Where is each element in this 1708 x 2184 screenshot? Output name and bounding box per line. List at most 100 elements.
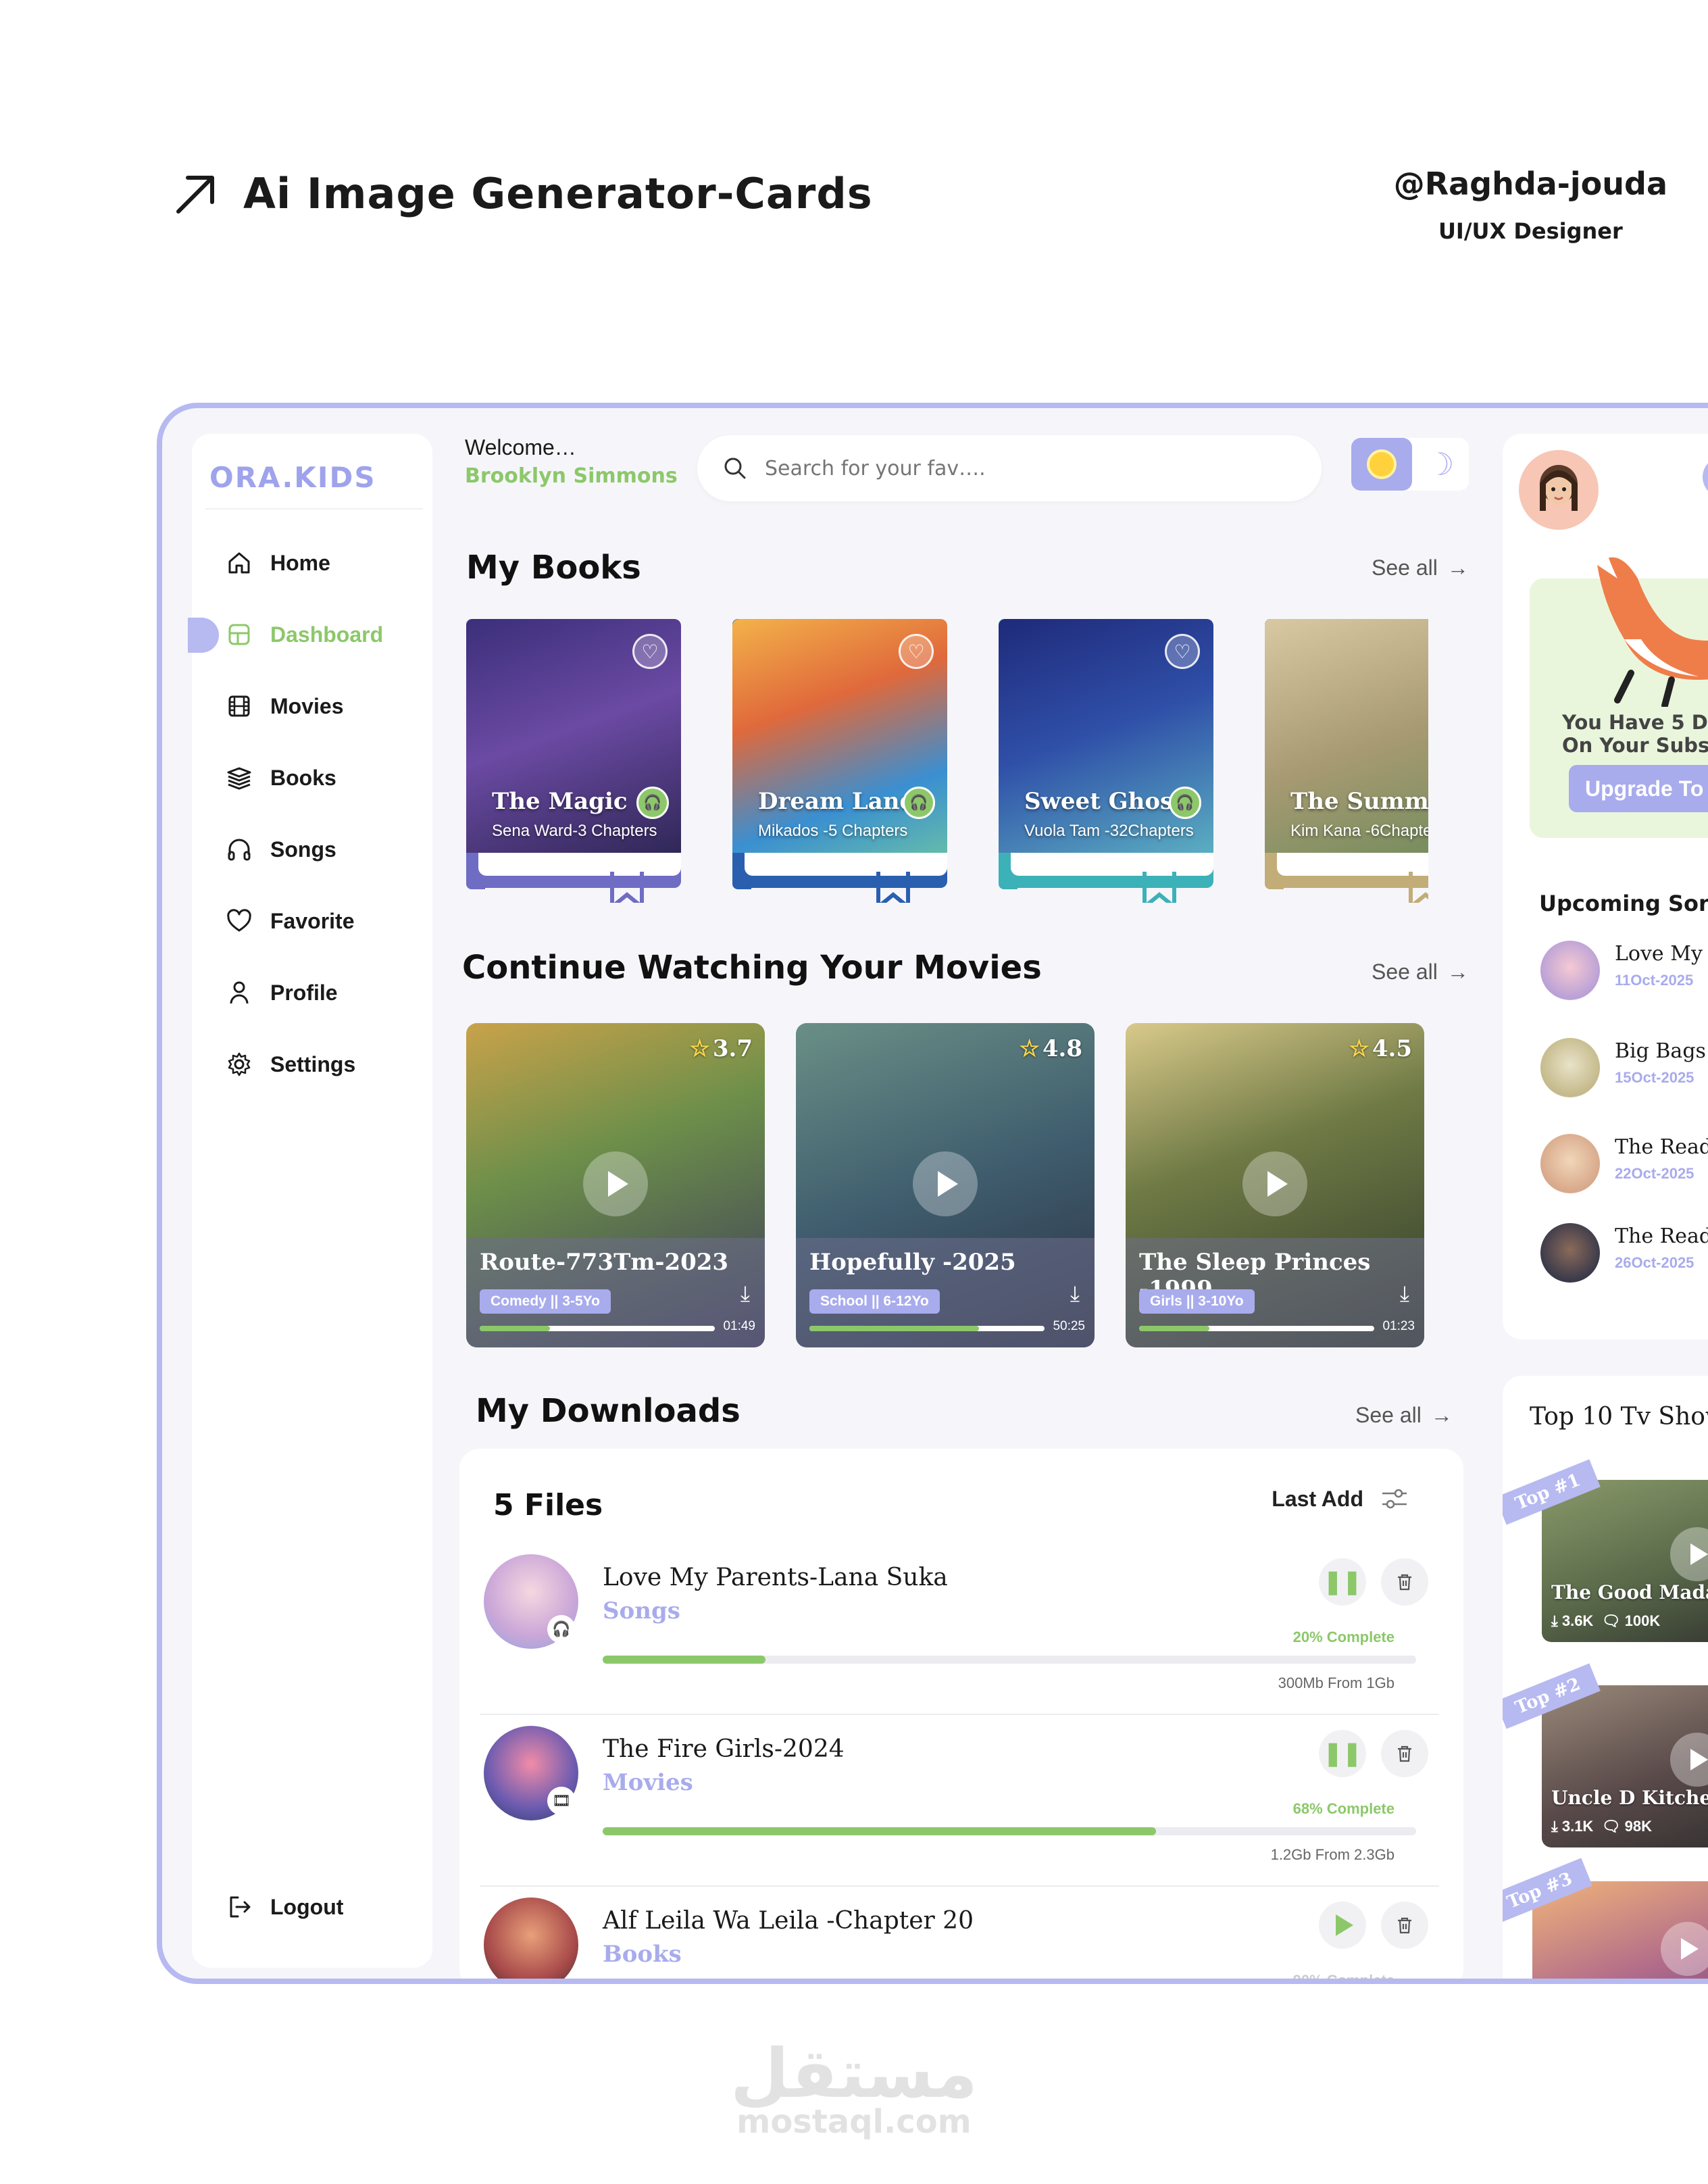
sidebar-item-label: Home xyxy=(270,550,330,575)
sidebar-item-books[interactable]: Books xyxy=(192,742,432,814)
favorite-heart-icon[interactable]: ♡ xyxy=(1165,634,1200,669)
song-thumbnail xyxy=(1540,941,1600,1000)
play-button[interactable] xyxy=(1319,1902,1366,1949)
play-button[interactable] xyxy=(1661,1922,1708,1976)
notification-bell-icon[interactable] xyxy=(1703,457,1708,497)
tv-show-card[interactable]: Uncle D Kitchen ⤓ 3.1K 🗨 98K xyxy=(1542,1685,1708,1847)
books-row: ♡ The Magic Sena Ward-3 Chapters 🎧 ♡ Dre… xyxy=(466,619,1428,903)
favorite-heart-icon[interactable]: ♡ xyxy=(899,634,934,669)
sidebar-item-home[interactable]: Home xyxy=(192,527,432,599)
favorite-heart-icon[interactable]: ♡ xyxy=(632,634,668,669)
download-category: Movies xyxy=(603,1769,693,1796)
movie-info: Hopefully -2025 School || 6-12Yo ⤓ 50:25 xyxy=(796,1238,1095,1347)
sort-label: Last Add xyxy=(1272,1486,1363,1511)
play-button[interactable] xyxy=(583,1151,648,1216)
pause-button[interactable]: ❚❚ xyxy=(1319,1730,1366,1777)
bookmark-icon[interactable] xyxy=(876,870,911,903)
book-card[interactable]: ♡ Dream Land Mikados -5 Chapters 🎧 xyxy=(732,619,947,903)
fox-illustration xyxy=(1594,545,1708,707)
book-card[interactable]: ♡ Sweet Ghost Vuola Tam -32Chapters 🎧 xyxy=(999,619,1213,903)
sidebar-item-label: Books xyxy=(270,765,336,790)
book-card[interactable]: ♡ The Summer Kim Kana -6Chapters 🎧 xyxy=(1265,619,1428,903)
upgrade-button[interactable]: Upgrade To P xyxy=(1569,765,1708,812)
search-bar[interactable] xyxy=(697,435,1322,501)
moon-icon[interactable]: ☽ xyxy=(1412,438,1469,491)
app-logo[interactable]: ORA.KIDS xyxy=(209,461,376,494)
logout-button[interactable]: Logout xyxy=(226,1893,343,1920)
tv-show-title: The Good Madam xyxy=(1551,1581,1708,1604)
movies-section-title: Continue Watching Your Movies xyxy=(462,949,1042,987)
audio-headphones-icon[interactable]: 🎧 xyxy=(636,787,669,819)
logout-label: Logout xyxy=(270,1894,344,1919)
upcoming-song-item[interactable]: The Read T 22Oct-2025 xyxy=(1540,1124,1708,1199)
movies-see-all[interactable]: See all → xyxy=(1372,960,1469,985)
star-icon: ☆ xyxy=(1019,1035,1040,1062)
download-category: Books xyxy=(603,1941,682,1968)
play-button[interactable] xyxy=(1670,1527,1708,1581)
downloads-see-all[interactable]: See all → xyxy=(1355,1403,1453,1428)
app-frame: ORA.KIDS Home Dashboard Movies Books Son… xyxy=(157,403,1708,1984)
upcoming-song-item[interactable]: Love My Pa 11Oct-2025 xyxy=(1540,931,1708,1006)
sidebar-item-label: Songs xyxy=(270,837,336,862)
arrow-up-right-icon xyxy=(176,175,214,214)
download-percent: 20% Complete xyxy=(1292,1629,1395,1645)
theme-toggle[interactable]: ☽ xyxy=(1351,438,1469,491)
search-input[interactable] xyxy=(765,456,1278,480)
author-handle[interactable]: @Raghda-jouda xyxy=(1394,166,1667,202)
welcome-block: Welcome… Brooklyn Simmons xyxy=(465,435,678,488)
delete-button[interactable] xyxy=(1381,1730,1428,1777)
books-section-title: My Books xyxy=(466,549,641,587)
sun-icon[interactable] xyxy=(1351,438,1412,491)
upcoming-song-item[interactable]: The Read T 26Oct-2025 xyxy=(1540,1214,1708,1288)
bookmark-icon[interactable] xyxy=(609,870,645,903)
tv-show-card[interactable]: The Good Madam ⤓ 3.6K 🗨 100K xyxy=(1542,1480,1708,1642)
sidebar-item-profile[interactable]: Profile xyxy=(192,957,432,1028)
download-row[interactable]: Alf Leila Wa Leila -Chapter 20 Books 90%… xyxy=(480,1887,1439,1979)
bookmark-icon[interactable] xyxy=(1142,870,1177,903)
sidebar-item-dashboard[interactable]: Dashboard xyxy=(188,599,432,670)
sidebar-item-label: Settings xyxy=(270,1051,356,1076)
play-button[interactable] xyxy=(913,1151,978,1216)
delete-button[interactable] xyxy=(1381,1558,1428,1606)
book-subtitle: Vuola Tam -32Chapters xyxy=(1024,822,1194,840)
download-category: Songs xyxy=(603,1597,680,1624)
book-card[interactable]: ♡ The Magic Sena Ward-3 Chapters 🎧 xyxy=(466,619,681,903)
sidebar-item-favorite[interactable]: Favorite xyxy=(192,885,432,957)
avatar[interactable] xyxy=(1519,450,1599,530)
download-row[interactable]: 🎞 The Fire Girls-2024 Movies ❚❚ 68% Comp… xyxy=(480,1715,1439,1887)
download-icon[interactable]: ⤓ xyxy=(1070,1281,1080,1307)
audio-headphones-icon[interactable]: 🎧 xyxy=(1169,787,1201,819)
audio-headphones-icon[interactable]: 🎧 xyxy=(903,787,935,819)
movie-card[interactable]: ☆4.5 The Sleep Princes -1999 Girls || 3-… xyxy=(1126,1023,1424,1347)
sort-control[interactable]: Last Add xyxy=(1272,1485,1409,1512)
filter-sliders-icon[interactable] xyxy=(1380,1485,1409,1512)
sidebar-item-settings[interactable]: Settings xyxy=(192,1028,432,1100)
trash-icon xyxy=(1398,1745,1411,1762)
play-button[interactable] xyxy=(1242,1151,1307,1216)
books-see-all[interactable]: See all → xyxy=(1372,555,1469,580)
avatar-illustration xyxy=(1540,465,1578,511)
user-name: Brooklyn Simmons xyxy=(465,464,678,488)
movie-card[interactable]: ☆ 4.8 Hopefully -2025 School || 6-12Yo ⤓ … xyxy=(796,1023,1095,1347)
delete-button[interactable] xyxy=(1381,1902,1428,1949)
books-icon xyxy=(227,767,251,790)
download-row[interactable]: 🎧 Love My Parents-Lana Suka Songs ❚❚ 20%… xyxy=(480,1543,1439,1715)
pause-button[interactable]: ❚❚ xyxy=(1319,1558,1366,1606)
bookmark-icon[interactable] xyxy=(1408,870,1428,903)
play-button[interactable] xyxy=(1670,1733,1708,1787)
downloads-panel: 5 Files Last Add 🎧 Love My Parents-Lana … xyxy=(459,1449,1463,1979)
upcoming-song-item[interactable]: Big Bags 15Oct-2025 xyxy=(1540,1028,1708,1103)
sidebar-item-songs[interactable]: Songs xyxy=(192,814,432,885)
arrow-right-icon: → xyxy=(1430,1403,1453,1427)
download-title: Love My Parents-Lana Suka xyxy=(603,1564,948,1591)
sidebar-item-movies[interactable]: Movies xyxy=(192,670,432,742)
sidebar-item-label: Favorite xyxy=(270,908,355,933)
download-icon[interactable]: ⤓ xyxy=(740,1281,750,1307)
sidebar-nav: Home Dashboard Movies Books Songs Favori… xyxy=(188,527,432,1100)
top-tv-panel: Top 10 Tv Show The Good Madam ⤓ 3.6K 🗨 1… xyxy=(1503,1376,1708,1979)
heart-icon xyxy=(227,909,251,932)
right-panel: You Have 5 DaysOn Your Subscr Upgrade To… xyxy=(1503,434,1708,1339)
download-icon[interactable]: ⤓ xyxy=(1400,1281,1409,1307)
movie-card[interactable]: ☆ 3.7 Route-773Tm-2023 Comedy || 3-5Yo ⤓ … xyxy=(466,1023,765,1347)
download-progress-bar xyxy=(603,1656,1416,1664)
